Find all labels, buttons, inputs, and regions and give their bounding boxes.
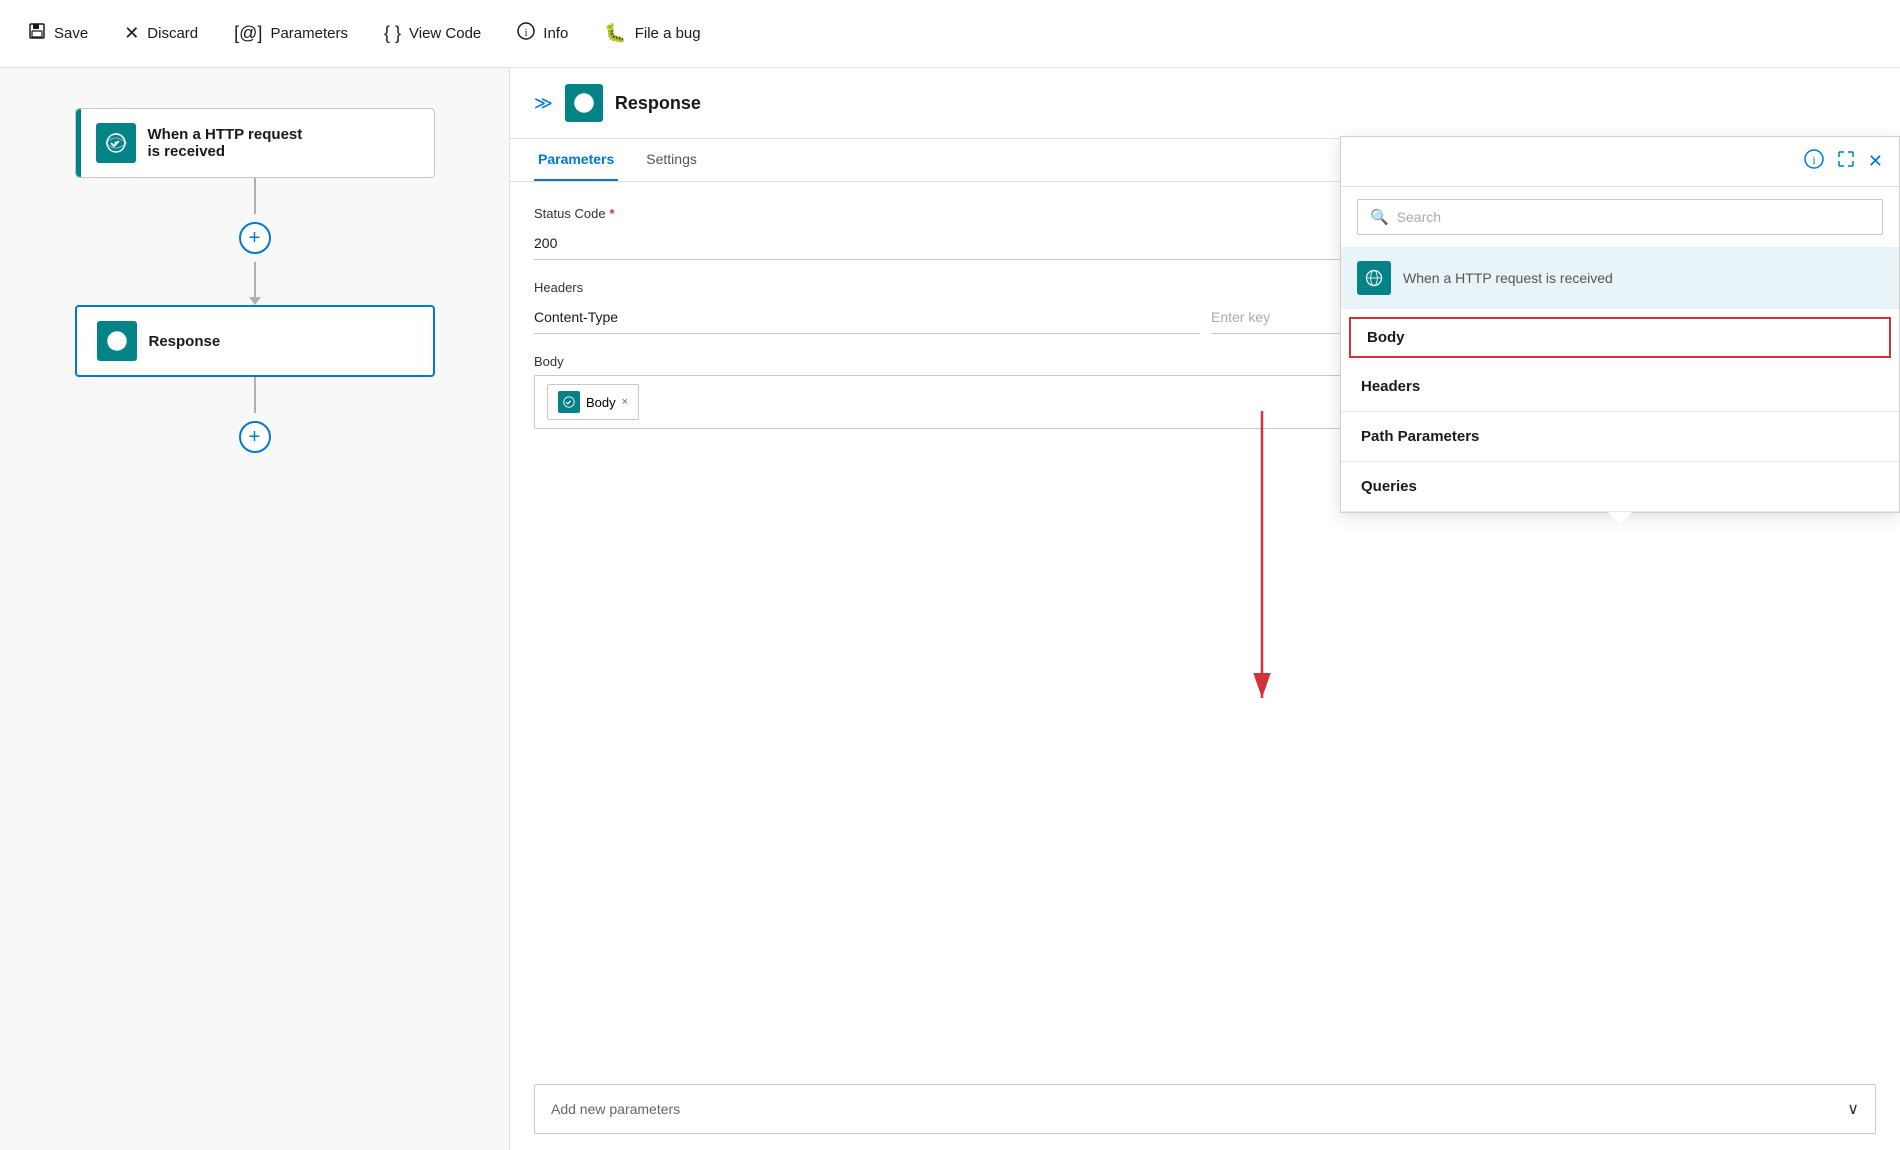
svg-text:i: i (525, 27, 528, 39)
search-input[interactable] (1397, 209, 1870, 225)
body-chip: Body × (547, 384, 639, 420)
connector-line-2 (254, 262, 256, 298)
body-chip-close[interactable]: × (622, 396, 628, 408)
trigger-label: When a HTTP request is received (1403, 270, 1613, 286)
response-title: Response (615, 93, 701, 114)
svg-text:i: i (1812, 153, 1816, 167)
header-value-input[interactable] (534, 301, 1199, 334)
trigger-node-icon (96, 123, 136, 163)
dropdown-item-queries[interactable]: Queries (1341, 462, 1899, 512)
file-bug-button[interactable]: 🐛 File a bug (600, 17, 704, 50)
dropdown-info-icon[interactable]: i (1804, 149, 1824, 174)
connector-line-1 (254, 178, 256, 214)
chevron-down-icon: ∨ (1847, 1099, 1859, 1119)
info-icon: i (517, 22, 535, 45)
parameters-button[interactable]: [@] Parameters (230, 17, 352, 50)
search-icon: 🔍 (1370, 208, 1389, 226)
tab-settings[interactable]: Settings (642, 139, 701, 181)
dropdown-item-body[interactable]: Body (1349, 317, 1891, 358)
add-params-label: Add new parameters (551, 1101, 680, 1117)
tab-parameters[interactable]: Parameters (534, 139, 618, 181)
http-trigger-node[interactable]: When a HTTP request is received (75, 108, 435, 178)
expand-icon[interactable]: ≫ (534, 93, 553, 114)
discard-icon: ✕ (124, 23, 139, 44)
dropdown-toolbar: i ✕ (1341, 137, 1899, 187)
trigger-node-text: When a HTTP request is received (148, 126, 303, 160)
discard-button[interactable]: ✕ Discard (120, 17, 202, 50)
dropdown-caret (1608, 512, 1632, 524)
response-panel: ≫ Response Parameters Settings Status Co… (510, 68, 1900, 1150)
view-code-button[interactable]: { } View Code (380, 17, 485, 50)
save-button[interactable]: Save (24, 16, 92, 51)
save-icon (28, 22, 46, 45)
info-button[interactable]: i Info (513, 16, 572, 51)
connector-arrow-1 (249, 297, 261, 305)
trigger-title-line2: is received (148, 143, 303, 160)
expand-window-icon[interactable] (1836, 149, 1856, 174)
search-box: 🔍 (1357, 199, 1883, 235)
info-label: Info (543, 25, 568, 42)
parameters-label: Parameters (270, 25, 348, 42)
body-chip-icon (558, 391, 580, 413)
close-dropdown-icon[interactable]: ✕ (1868, 151, 1883, 172)
dropdown-item-headers[interactable]: Headers (1341, 362, 1899, 412)
save-label: Save (54, 25, 88, 42)
trigger-title-line1: When a HTTP request (148, 126, 303, 143)
connector-line-3 (254, 377, 256, 413)
add-step-button-1[interactable]: + (239, 222, 271, 254)
flow-canvas: When a HTTP request is received + Respon… (0, 68, 510, 1150)
discard-label: Discard (147, 25, 198, 42)
trigger-section[interactable]: When a HTTP request is received (1341, 247, 1899, 309)
response-header-icon (565, 84, 603, 122)
parameters-icon: [@] (234, 23, 262, 44)
dropdown-panel: i ✕ 🔍 When a HTTP request is received (1340, 136, 1900, 513)
required-star: * (610, 206, 615, 221)
body-chip-label: Body (586, 395, 616, 410)
add-step-button-2[interactable]: + (239, 421, 271, 453)
view-code-icon: { } (384, 23, 401, 44)
dropdown-item-path-params[interactable]: Path Parameters (1341, 412, 1899, 462)
trigger-section-icon (1357, 261, 1391, 295)
response-node-title: Response (149, 333, 221, 350)
connector-2: + (239, 377, 271, 461)
connector-1: + (239, 178, 271, 305)
add-params-row[interactable]: Add new parameters ∨ (534, 1084, 1876, 1134)
response-node[interactable]: Response (75, 305, 435, 377)
main-area: When a HTTP request is received + Respon… (0, 68, 1900, 1150)
toolbar: Save ✕ Discard [@] Parameters { } View C… (0, 0, 1900, 68)
response-node-icon (97, 321, 137, 361)
node-accent (76, 109, 81, 177)
bug-icon: 🐛 (604, 23, 626, 44)
file-bug-label: File a bug (635, 25, 701, 42)
response-header: ≫ Response (510, 68, 1900, 139)
view-code-label: View Code (409, 25, 481, 42)
